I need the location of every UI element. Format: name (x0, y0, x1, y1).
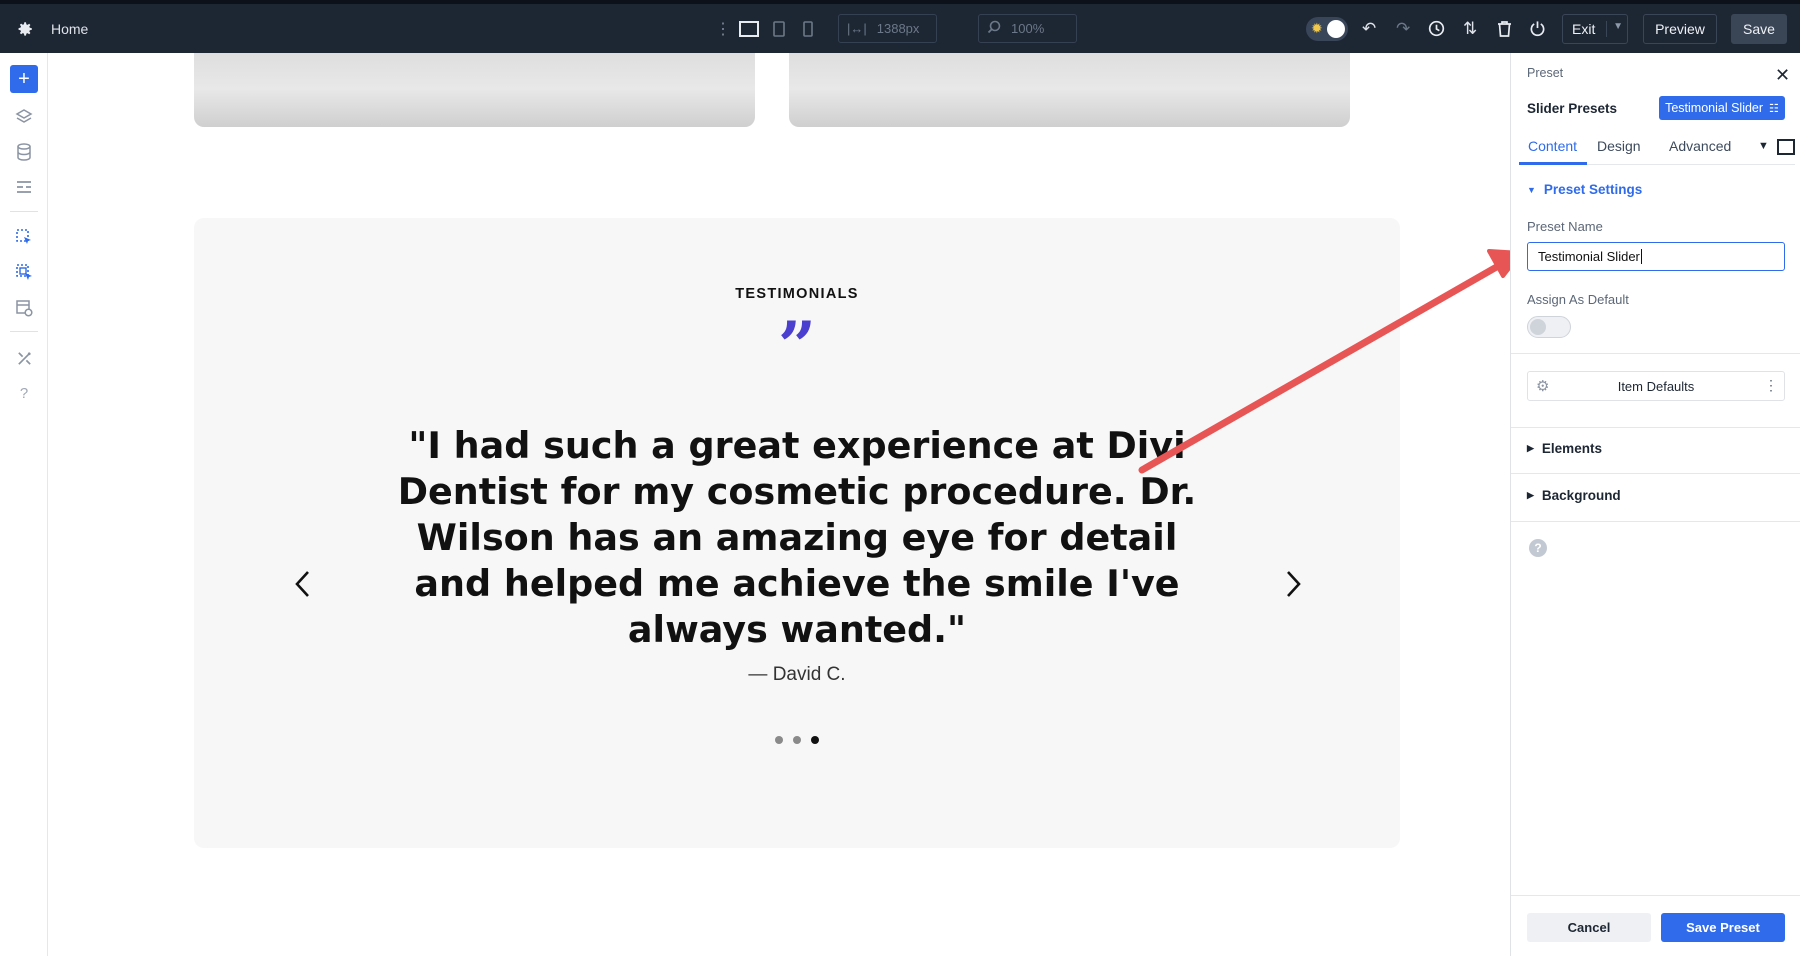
preset-settings-label: Preset Settings (1543, 182, 1643, 197)
sidebar-divider (10, 331, 38, 332)
panel-tabs: Content Design Advanced ▼ (1519, 131, 1795, 165)
layout-icon[interactable] (11, 175, 37, 199)
preset-settings-toggle[interactable]: ▼ Preset Settings (1527, 182, 1642, 197)
page-canvas: TESTIMONIALS ” "I had such a great exper… (49, 53, 1509, 956)
cancel-button[interactable]: Cancel (1527, 913, 1651, 942)
toggle-view-icon[interactable] (1777, 139, 1795, 155)
background-label: Background (1541, 488, 1621, 503)
gallery-image (194, 53, 755, 127)
help-circle-icon[interactable]: ? (1529, 539, 1547, 557)
preset-chip-label: Testimonial Slider (1665, 101, 1764, 115)
panel-breadcrumb: Preset (1527, 66, 1564, 80)
help-icon[interactable]: ? (11, 381, 37, 405)
testimonial-quote: "I had such a great experience at Divi D… (397, 424, 1197, 651)
zoom-field[interactable]: 100% (978, 14, 1077, 43)
save-button[interactable]: Save (1731, 14, 1787, 44)
elements-label: Elements (1541, 441, 1602, 456)
trash-icon[interactable] (1497, 4, 1512, 53)
testimonial-author: — David C. (748, 664, 846, 685)
left-sidebar: + ? (0, 53, 48, 956)
slider-prev-arrow[interactable] (294, 568, 312, 608)
tab-advanced[interactable]: Advanced (1669, 138, 1731, 154)
testimonial-slider[interactable]: TESTIMONIALS ” "I had such a great exper… (194, 218, 1400, 848)
tablet-view-icon[interactable] (772, 4, 786, 53)
slider-dot[interactable] (793, 736, 801, 744)
panel-divider (1511, 353, 1800, 354)
panel-divider (1511, 895, 1800, 896)
sort-icon[interactable]: ⇅ (1463, 4, 1477, 53)
toggle-knob (1530, 319, 1546, 335)
caret-right-icon: ▶ (1527, 490, 1534, 500)
layers-icon[interactable] (11, 105, 37, 129)
assign-default-toggle[interactable] (1527, 316, 1571, 338)
close-icon[interactable]: ✕ (1775, 65, 1790, 86)
chevron-down-icon[interactable]: ▼ (1606, 21, 1623, 37)
add-icon[interactable]: + (10, 65, 38, 93)
tabs-dropdown-icon[interactable]: ▼ (1758, 140, 1769, 152)
preset-name-value: Testimonial Slider (1538, 249, 1640, 264)
assign-default-label: Assign As Default (1527, 292, 1629, 307)
tab-content[interactable]: Content (1528, 138, 1577, 154)
slider-pagination (194, 736, 1400, 744)
width-value: 1388px (876, 21, 920, 36)
database-icon[interactable] (11, 140, 37, 164)
background-toggle[interactable]: ▶ Background (1527, 488, 1621, 503)
settings-gear-icon: ⚙ (1536, 378, 1550, 395)
theme-toggle-icon[interactable]: ✹ (1306, 4, 1348, 53)
preview-button[interactable]: Preview (1643, 14, 1717, 44)
redo-icon[interactable]: ↷ (1396, 4, 1410, 53)
width-field[interactable]: |↔| 1388px (838, 14, 937, 43)
save-preset-button[interactable]: Save Preset (1661, 913, 1785, 942)
caret-down-icon: ▼ (1527, 184, 1536, 195)
panel-title: Slider Presets (1527, 101, 1618, 116)
history-icon[interactable] (1428, 4, 1445, 53)
exit-label: Exit (1572, 21, 1596, 37)
text-cursor (1640, 249, 1642, 264)
section-heading: TESTIMONIALS (735, 286, 859, 302)
panel-divider (1511, 521, 1800, 522)
preset-selector[interactable]: Testimonial Slider ☷ (1659, 96, 1785, 120)
select-multiple-icon[interactable] (11, 260, 37, 284)
tab-design[interactable]: Design (1597, 138, 1641, 154)
exit-button[interactable]: Exit ▼ (1562, 14, 1628, 44)
zoom-value: 100% (1011, 21, 1045, 36)
preset-name-input[interactable]: Testimonial Slider (1527, 242, 1785, 271)
page-title: Home (51, 20, 89, 37)
preset-settings-panel: Preset ✕ Slider Presets Testimonial Slid… (1510, 53, 1800, 956)
desktop-view-icon[interactable] (739, 4, 759, 53)
drag-handle-icon[interactable]: ⋮ (715, 4, 731, 53)
active-tab-indicator (1519, 162, 1587, 165)
select-element-icon[interactable] (11, 225, 37, 249)
gear-icon[interactable] (16, 4, 34, 53)
zoom-icon (987, 20, 1001, 37)
sliders-icon: ☷ (1769, 102, 1779, 115)
caret-right-icon: ▶ (1527, 443, 1534, 453)
top-toolbar: Home ⋮ |↔| 1388px 100% ✹ ↶ ↷ ⇅ Exit ▼ Pr… (0, 0, 1800, 53)
slider-next-arrow[interactable] (1284, 568, 1302, 608)
elements-toggle[interactable]: ▶ Elements (1527, 441, 1602, 456)
item-defaults-button[interactable]: ⚙ Item Defaults ⋮ (1527, 371, 1785, 401)
sidebar-divider (10, 211, 38, 212)
item-defaults-label: Item Defaults (1617, 378, 1695, 394)
power-icon[interactable] (1529, 4, 1546, 53)
width-icon: |↔| (847, 21, 867, 36)
undo-icon[interactable]: ↶ (1362, 4, 1376, 53)
panel-divider (1511, 473, 1800, 474)
preset-name-label: Preset Name (1527, 219, 1603, 234)
slider-dot[interactable] (775, 736, 783, 744)
quote-icon: ” (778, 307, 816, 385)
gallery-image (789, 53, 1350, 127)
slider-dot[interactable] (811, 736, 819, 744)
tools-icon[interactable] (11, 346, 37, 370)
phone-view-icon[interactable] (802, 4, 814, 53)
panel-divider (1511, 427, 1800, 428)
template-settings-icon[interactable] (11, 296, 37, 320)
more-options-icon[interactable]: ⋮ (1764, 377, 1778, 394)
